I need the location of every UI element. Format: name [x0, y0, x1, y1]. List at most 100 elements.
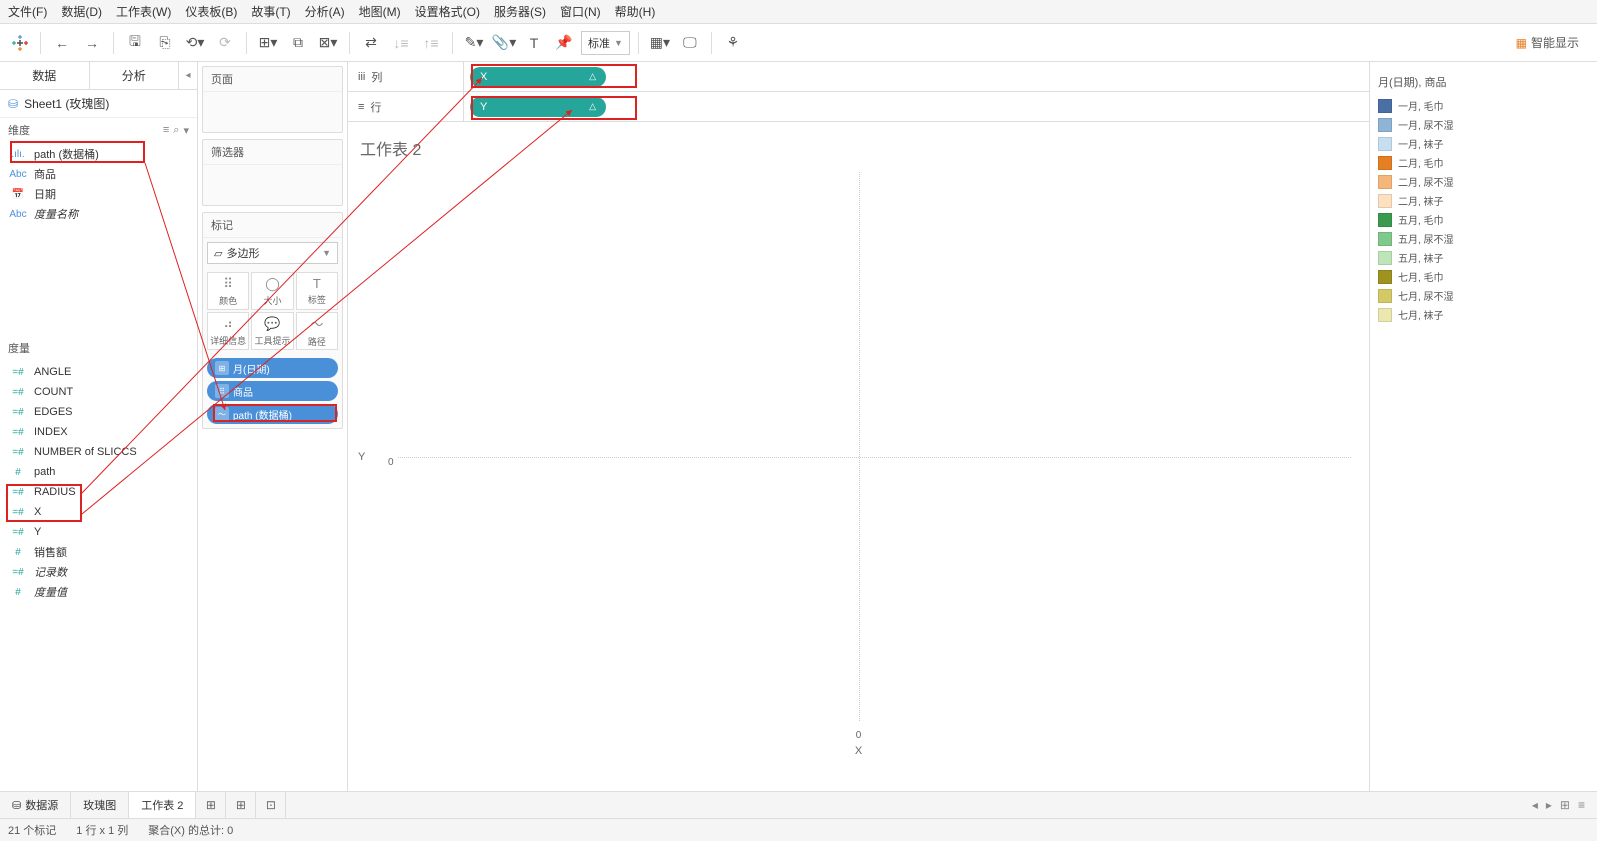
- presentation-icon[interactable]: 🖵: [677, 30, 703, 56]
- columns-pill-x[interactable]: X△: [470, 67, 606, 87]
- mark-size[interactable]: ◯大小: [251, 272, 293, 310]
- menu-dashboard[interactable]: 仪表板(B): [185, 3, 237, 20]
- new-story-tab-icon[interactable]: ⊡: [256, 792, 286, 818]
- menu-file[interactable]: 文件(F): [8, 3, 47, 20]
- dim-measure-names[interactable]: Abc度量名称: [0, 204, 197, 224]
- auto-update-icon[interactable]: ⟳: [212, 30, 238, 56]
- menu-window[interactable]: 窗口(N): [560, 3, 601, 20]
- legend-item[interactable]: 七月, 毛巾: [1378, 267, 1589, 286]
- menu-story[interactable]: 故事(T): [251, 3, 290, 20]
- highlight-icon[interactable]: ✎▾: [461, 30, 487, 56]
- dim-date[interactable]: 📅日期: [0, 184, 197, 204]
- rows-pill-y[interactable]: Y△: [470, 97, 606, 117]
- legend-item[interactable]: 七月, 袜子: [1378, 305, 1589, 324]
- save-icon[interactable]: 🖫: [122, 30, 148, 56]
- duplicate-icon[interactable]: ⧉: [285, 30, 311, 56]
- hash-icon: =#: [8, 367, 28, 378]
- new-datasource-icon[interactable]: ⎘: [152, 30, 178, 56]
- legend-item[interactable]: 七月, 尿不湿: [1378, 286, 1589, 305]
- menu-worksheet[interactable]: 工作表(W): [116, 3, 171, 20]
- tab-data[interactable]: 数据: [0, 62, 90, 89]
- sort-desc-icon[interactable]: ↑≡: [418, 30, 444, 56]
- meas-index[interactable]: =#INDEX: [0, 422, 197, 442]
- legend-label: 七月, 尿不湿: [1398, 288, 1454, 303]
- meas-slices[interactable]: =#NUMBER of SLICCS: [0, 442, 197, 462]
- new-dashboard-tab-icon[interactable]: ⊞: [226, 792, 256, 818]
- viz-title[interactable]: 工作表 2: [358, 132, 1359, 172]
- dim-path-bin[interactable]: .ılı.path (数据桶): [0, 144, 197, 164]
- columns-shelf[interactable]: iii列 X△: [348, 62, 1369, 92]
- meas-records[interactable]: =#记录数: [0, 562, 197, 582]
- mark-detail[interactable]: ⠴详细信息: [207, 312, 249, 350]
- new-worksheet-tab-icon[interactable]: ⊞: [196, 792, 226, 818]
- meas-angle[interactable]: =#ANGLE: [0, 362, 197, 382]
- pin-icon[interactable]: 📌: [551, 30, 577, 56]
- legend-item[interactable]: 五月, 尿不湿: [1378, 229, 1589, 248]
- view-list-icon[interactable]: ≡: [163, 124, 169, 137]
- show-cards-icon[interactable]: ▦▾: [647, 30, 673, 56]
- show-me-button[interactable]: ▦ 智能显示: [1516, 34, 1589, 51]
- legend-item[interactable]: 二月, 尿不湿: [1378, 172, 1589, 191]
- menu-server[interactable]: 服务器(S): [494, 3, 546, 20]
- legend-item[interactable]: 一月, 尿不湿: [1378, 115, 1589, 134]
- legend-item[interactable]: 二月, 袜子: [1378, 191, 1589, 210]
- panel-collapse-icon[interactable]: ◂: [179, 62, 197, 89]
- menu-help[interactable]: 帮助(H): [615, 3, 656, 20]
- text-icon[interactable]: T: [521, 30, 547, 56]
- meas-x[interactable]: =#X: [0, 502, 197, 522]
- legend-item[interactable]: 一月, 袜子: [1378, 134, 1589, 153]
- mark-pill-month[interactable]: ⊞月(日期): [207, 358, 338, 378]
- rows-shelf[interactable]: ≡行 Y△: [348, 92, 1369, 122]
- menu-analysis[interactable]: 分析(A): [305, 3, 345, 20]
- mark-tooltip[interactable]: 💬工具提示: [251, 312, 293, 350]
- meas-radius[interactable]: =#RADIUS: [0, 482, 197, 502]
- filmstrip-right-icon[interactable]: ▸: [1546, 798, 1552, 812]
- legend-item[interactable]: 五月, 毛巾: [1378, 210, 1589, 229]
- datasource-row[interactable]: ⛁ Sheet1 (玫瑰图): [0, 90, 197, 118]
- mark-pill-pathbin[interactable]: 〜path (数据桶): [207, 404, 338, 424]
- swap-icon[interactable]: ⇄: [358, 30, 384, 56]
- fit-dropdown[interactable]: 标准▼: [581, 31, 630, 55]
- dim-product[interactable]: Abc商品: [0, 164, 197, 184]
- mark-color[interactable]: ⠿颜色: [207, 272, 249, 310]
- group-icon[interactable]: 📎▾: [491, 30, 517, 56]
- y-axis-label: Y: [358, 451, 365, 463]
- meas-path[interactable]: #path: [0, 462, 197, 482]
- tab-sheet-2[interactable]: 工作表 2: [129, 792, 196, 818]
- refresh-icon[interactable]: ⟲▾: [182, 30, 208, 56]
- tableau-logo-icon[interactable]: [8, 31, 32, 55]
- tab-datasource[interactable]: ⛁ 数据源: [0, 792, 71, 818]
- filmstrip-grid-icon[interactable]: ⊞: [1560, 798, 1570, 812]
- tab-analytics[interactable]: 分析: [90, 62, 180, 89]
- hash-icon: =#: [8, 487, 28, 498]
- back-icon[interactable]: ←: [49, 30, 75, 56]
- legend-item[interactable]: 一月, 毛巾: [1378, 96, 1589, 115]
- meas-count[interactable]: =#COUNT: [0, 382, 197, 402]
- clear-icon[interactable]: ⊠▾: [315, 30, 341, 56]
- filmstrip-left-icon[interactable]: ◂: [1532, 798, 1538, 812]
- legend-item[interactable]: 五月, 袜子: [1378, 248, 1589, 267]
- filmstrip-list-icon[interactable]: ≡: [1578, 798, 1585, 812]
- tab-sheet-rose[interactable]: 玫瑰图: [71, 792, 129, 818]
- mark-type-dropdown[interactable]: ▱ 多边形 ▼: [207, 242, 338, 264]
- mark-label[interactable]: T标签: [296, 272, 338, 310]
- visualization[interactable]: 工作表 2 Y 0 0 X: [358, 132, 1359, 781]
- menu-icon[interactable]: ▾: [183, 124, 189, 137]
- menu-format[interactable]: 设置格式(O): [415, 3, 480, 20]
- menu-map[interactable]: 地图(M): [359, 3, 401, 20]
- path-pill-icon: 〜: [215, 407, 229, 421]
- legend-label: 七月, 袜子: [1398, 307, 1444, 322]
- sort-asc-icon[interactable]: ↓≡: [388, 30, 414, 56]
- meas-edges[interactable]: =#EDGES: [0, 402, 197, 422]
- forward-icon[interactable]: →: [79, 30, 105, 56]
- legend-item[interactable]: 二月, 毛巾: [1378, 153, 1589, 172]
- meas-values[interactable]: #度量值: [0, 582, 197, 602]
- mark-path[interactable]: 〜路径: [296, 312, 338, 350]
- meas-sales[interactable]: #销售额: [0, 542, 197, 562]
- meas-y[interactable]: =#Y: [0, 522, 197, 542]
- search-icon[interactable]: ⌕: [173, 124, 179, 137]
- share-icon[interactable]: ⚘: [720, 30, 746, 56]
- menu-data[interactable]: 数据(D): [61, 3, 102, 20]
- mark-pill-product[interactable]: ⠿商品: [207, 381, 338, 401]
- new-worksheet-icon[interactable]: ⊞▾: [255, 30, 281, 56]
